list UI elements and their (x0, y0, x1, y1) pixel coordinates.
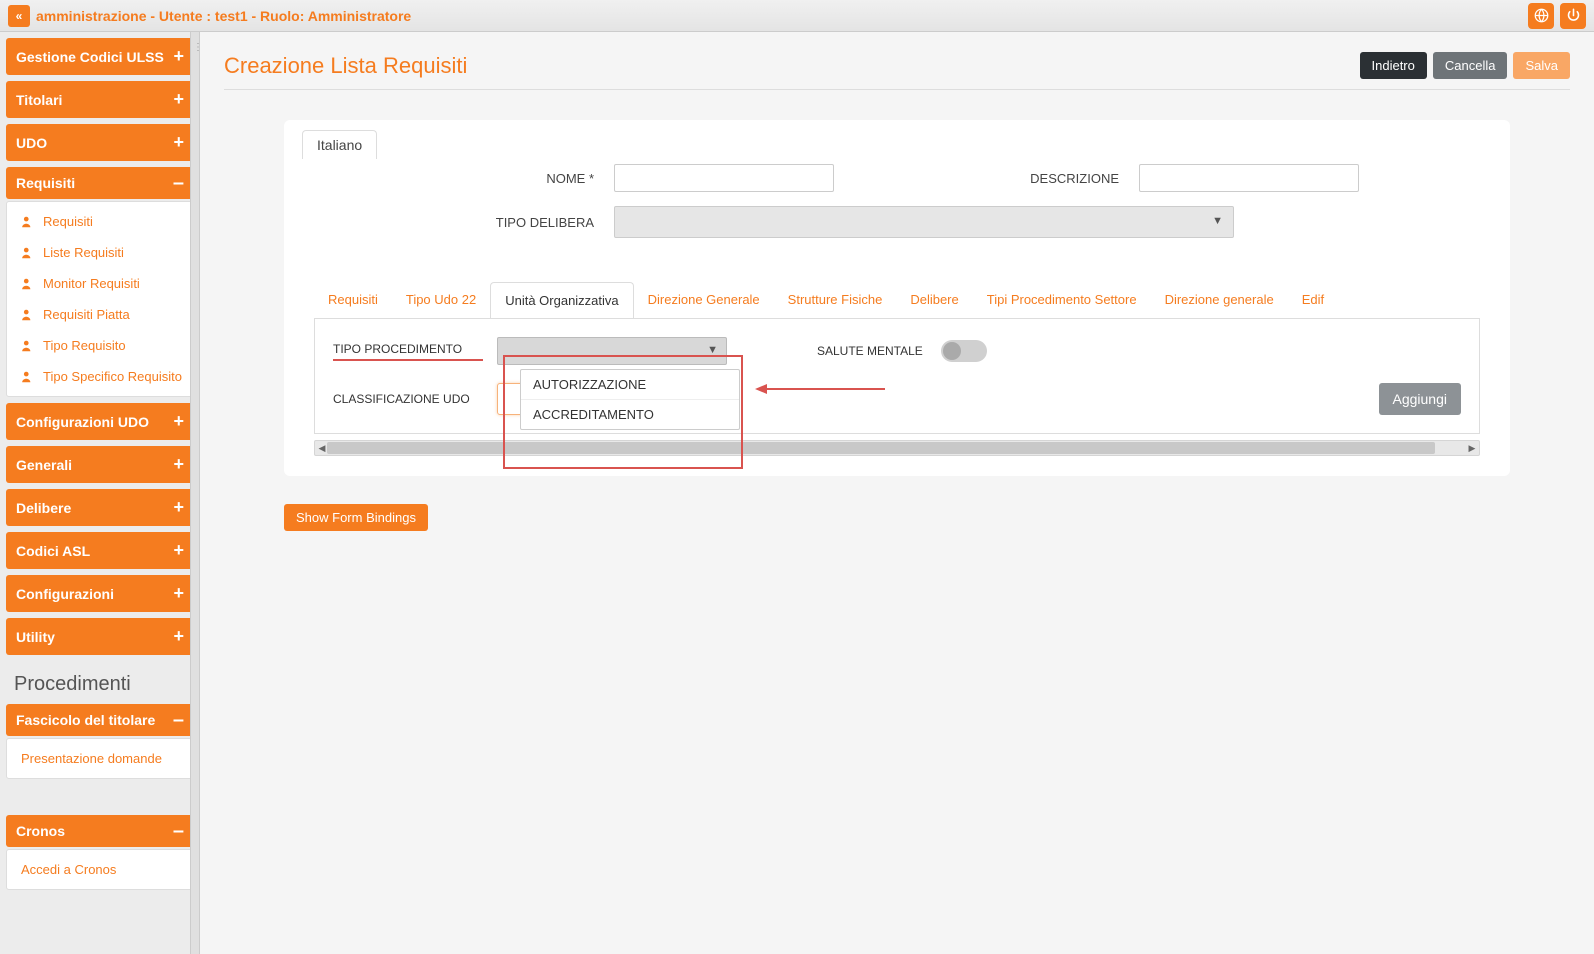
menu-generali[interactable]: Generali+ (6, 446, 194, 483)
scroll-right-icon[interactable]: ▶ (1465, 441, 1479, 455)
show-form-bindings-button[interactable]: Show Form Bindings (284, 504, 428, 531)
menu-codici-asl[interactable]: Codici ASL+ (6, 532, 194, 569)
tab-tipo-udo-22[interactable]: Tipo Udo 22 (392, 282, 490, 318)
minus-icon: – (173, 715, 184, 725)
sidebar-resize-handle[interactable] (190, 32, 200, 954)
topbar: « amministrazione - Utente : test1 - Ruo… (0, 0, 1594, 32)
horizontal-scrollbar[interactable]: ◀ ▶ (314, 440, 1480, 456)
minus-icon: – (173, 826, 184, 836)
label-classificazione-udo: CLASSIFICAZIONE UDO (333, 392, 483, 406)
sidebar-item-requisiti-piatta[interactable]: Requisiti Piatta (7, 299, 193, 330)
submenu-requisiti: Requisiti Liste Requisiti Monitor Requis… (6, 201, 194, 397)
main-content: Creazione Lista Requisiti Indietro Cance… (200, 32, 1594, 954)
tab-tipi-procedimento-settore[interactable]: Tipi Procedimento Settore (973, 282, 1151, 318)
dropdown-option-accreditamento[interactable]: ACCREDITAMENTO (521, 400, 739, 429)
plus-icon: + (173, 626, 184, 647)
globe-icon[interactable] (1528, 3, 1554, 29)
tab-language-it[interactable]: Italiano (302, 130, 377, 159)
sidebar: Gestione Codici ULSS+ Titolari+ UDO+ Req… (0, 32, 200, 954)
tab-strutture-fisiche[interactable]: Strutture Fisiche (774, 282, 897, 318)
back-button[interactable]: Indietro (1360, 52, 1427, 79)
sidebar-item-requisiti[interactable]: Requisiti (7, 206, 193, 237)
tab-requisiti[interactable]: Requisiti (314, 282, 392, 318)
menu-cronos[interactable]: Cronos– (6, 815, 194, 847)
tab-direzione-generale[interactable]: Direzione Generale (634, 282, 774, 318)
salute-mentale-toggle[interactable] (941, 340, 987, 362)
sidebar-item-accedi-cronos[interactable]: Accedi a Cronos (7, 854, 193, 885)
tab-content: TIPO PROCEDIMENTO ▼ SALUTE MENTALE CLASS… (314, 319, 1480, 434)
sidebar-item-tipo-specifico-requisito[interactable]: Tipo Specifico Requisito (7, 361, 193, 392)
plus-icon: + (173, 583, 184, 604)
tab-unita-organizzativa[interactable]: Unità Organizzativa (490, 282, 633, 319)
sidebar-item-liste-requisiti[interactable]: Liste Requisiti (7, 237, 193, 268)
label-tipo-delibera: TIPO DELIBERA (404, 215, 594, 230)
plus-icon: + (173, 89, 184, 110)
tipo-procedimento-select[interactable]: ▼ (497, 337, 727, 365)
plus-icon: + (173, 540, 184, 561)
nome-input[interactable] (614, 164, 834, 192)
sidebar-item-monitor-requisiti[interactable]: Monitor Requisiti (7, 268, 193, 299)
plus-icon: + (173, 497, 184, 518)
aggiungi-button[interactable]: Aggiungi (1379, 383, 1462, 415)
tab-delibere[interactable]: Delibere (896, 282, 972, 318)
menu-gestione-codici-ulss[interactable]: Gestione Codici ULSS+ (6, 38, 194, 75)
plus-icon: + (173, 132, 184, 153)
section-procedimenti: Procedimenti (6, 661, 194, 704)
menu-utility[interactable]: Utility+ (6, 618, 194, 655)
tipo-delibera-select[interactable]: ▼ (614, 206, 1234, 238)
label-tipo-procedimento: TIPO PROCEDIMENTO (333, 342, 483, 361)
form-card: Italiano NOME * DESCRIZIONE TIPO DELIBER… (284, 120, 1510, 476)
dropdown-option-autorizzazione[interactable]: AUTORIZZAZIONE (521, 370, 739, 400)
tab-edif[interactable]: Edif (1288, 282, 1338, 318)
classificazione-dropdown-list: AUTORIZZAZIONE ACCREDITAMENTO (520, 369, 740, 430)
menu-fascicolo[interactable]: Fascicolo del titolare– (6, 704, 194, 736)
submenu-cronos: Accedi a Cronos (6, 849, 194, 890)
inner-tabs: Requisiti Tipo Udo 22 Unità Organizzativ… (314, 282, 1480, 319)
caret-down-icon: ▼ (1212, 215, 1223, 227)
sidebar-item-tipo-requisito[interactable]: Tipo Requisito (7, 330, 193, 361)
menu-configurazioni-udo[interactable]: Configurazioni UDO+ (6, 403, 194, 440)
menu-requisiti[interactable]: Requisiti– (6, 167, 194, 199)
plus-icon: + (173, 454, 184, 475)
menu-delibere[interactable]: Delibere+ (6, 489, 194, 526)
label-descrizione: DESCRIZIONE (854, 171, 1119, 186)
save-button[interactable]: Salva (1513, 52, 1570, 79)
descrizione-input[interactable] (1139, 164, 1359, 192)
menu-udo[interactable]: UDO+ (6, 124, 194, 161)
tab-direzione-generale-2[interactable]: Direzione generale (1151, 282, 1288, 318)
submenu-fascicolo: Presentazione domande (6, 738, 194, 779)
label-nome: NOME * (404, 171, 594, 186)
page-title: Creazione Lista Requisiti (224, 53, 467, 79)
sidebar-collapse-button[interactable]: « (8, 5, 30, 27)
minus-icon: – (173, 178, 184, 188)
plus-icon: + (173, 411, 184, 432)
menu-configurazioni[interactable]: Configurazioni+ (6, 575, 194, 612)
power-icon[interactable] (1560, 3, 1586, 29)
app-title: amministrazione - Utente : test1 - Ruolo… (36, 8, 411, 24)
menu-titolari[interactable]: Titolari+ (6, 81, 194, 118)
sidebar-item-presentazione-domande[interactable]: Presentazione domande (7, 743, 193, 774)
scroll-thumb[interactable] (327, 442, 1435, 454)
plus-icon: + (173, 46, 184, 67)
label-salute-mentale: SALUTE MENTALE (817, 344, 927, 358)
caret-down-icon: ▼ (707, 344, 718, 356)
cancel-button[interactable]: Cancella (1433, 52, 1508, 79)
